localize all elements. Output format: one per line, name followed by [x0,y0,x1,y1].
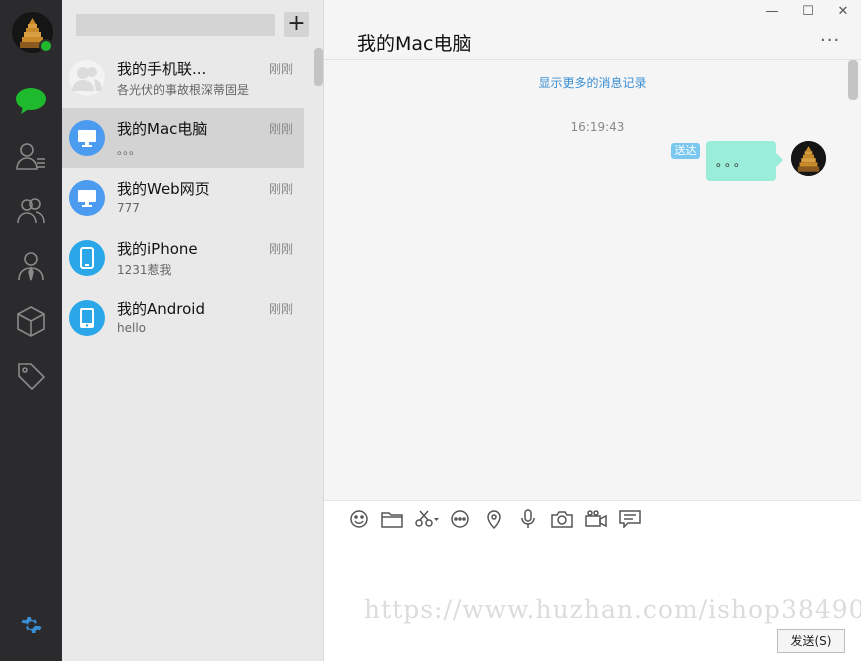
message-avatar[interactable] [791,141,826,176]
maximize-button[interactable]: ☐ [794,3,822,21]
send-button[interactable]: 发送(S) [777,629,845,653]
folder-icon[interactable] [380,509,404,529]
watermark-text: https://www.huzhan.com/ishop38490 [364,595,861,624]
conversation-time: 刚刚 [268,242,293,256]
conversation-item-web[interactable]: 我的Web网页 刚刚 777 [62,168,304,228]
chat-title: 我的Mac电脑 [357,33,472,55]
compose-area: https://www.huzhan.com/ishop38490 发送(S) [324,500,861,661]
conversation-preview: hello [117,321,146,335]
conversation-name: 我的Android [117,300,205,318]
location-icon[interactable] [482,509,506,529]
more-options-button[interactable]: ··· [820,30,840,51]
conversation-item-iphone[interactable]: 我的iPhone 刚刚 1231惹我 [62,228,304,288]
conversation-item-android[interactable]: 我的Android 刚刚 hello [62,288,304,348]
camera-icon[interactable] [550,509,574,529]
close-button[interactable]: ✕ [829,3,857,21]
message-timestamp: 16:19:43 [570,120,625,134]
minimize-button[interactable]: — [758,3,786,21]
conversation-scrollbar[interactable] [314,48,323,86]
tag-icon[interactable] [14,359,48,393]
conversation-name: 我的Web网页 [117,180,210,198]
conversation-name: 我的手机联... [117,60,207,78]
phone-icon [69,240,105,276]
conversation-preview: 各光伏的事故根深蒂固是 [117,83,250,97]
desktop-icon [69,180,105,216]
desktop-icon [69,120,105,156]
cube-icon[interactable] [14,304,48,338]
emoji-icon[interactable] [347,509,371,529]
group-icon [69,60,105,96]
show-more-history-link[interactable]: 显示更多的消息记录 [324,74,861,91]
conversation-time: 刚刚 [268,302,293,316]
message-box-icon[interactable] [618,509,642,529]
left-icon-bar [0,0,62,661]
header-divider [324,59,861,60]
message-bubble-tail [775,152,783,168]
conversation-time: 刚刚 [268,122,293,136]
conversation-item-phone-contacts[interactable]: 我的手机联... 刚刚 各光伏的事故根深蒂固是 [62,48,304,108]
conversation-preview: 。。。 [117,143,142,157]
conversation-time: 刚刚 [268,62,293,76]
contacts-icon[interactable] [14,139,48,173]
conversation-list-panel: + 我的手机联... 刚刚 各光伏的事故根深蒂固是 我的Mac电脑 刚刚 。。。… [62,0,324,661]
conversation-preview: 1231惹我 [117,263,172,277]
message-bubble[interactable]: 。。。 [706,141,776,181]
conversation-name: 我的iPhone [117,240,198,258]
microphone-icon[interactable] [516,509,540,529]
gear-icon[interactable] [19,614,43,638]
conversation-item-mac[interactable]: 我的Mac电脑 刚刚 。。。 [62,108,304,168]
chat-panel: — ☐ ✕ 我的Mac电脑 ··· 显示更多的消息记录 16:19:43 送达 … [324,0,861,661]
tablet-icon [69,300,105,336]
conversation-preview: 777 [117,201,140,215]
video-icon[interactable] [584,509,608,529]
chat-bubble-icon[interactable] [14,84,48,118]
online-status-dot [39,39,53,53]
scissors-icon[interactable] [414,509,440,529]
person-tie-icon[interactable] [14,249,48,283]
chat-icon[interactable] [448,509,472,529]
search-input[interactable] [76,14,275,36]
groups-icon[interactable] [14,194,48,228]
delivered-badge: 送达 [671,143,700,159]
conversation-name: 我的Mac电脑 [117,120,208,138]
add-button[interactable]: + [284,12,309,37]
conversation-time: 刚刚 [268,182,293,196]
